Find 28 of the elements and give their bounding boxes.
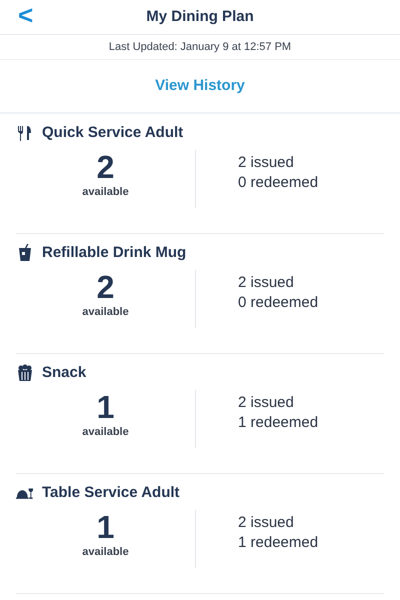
- redeemed-text: 0 redeemed: [238, 173, 318, 193]
- available-count: 1: [96, 390, 114, 424]
- redeemed-text: 1 redeemed: [238, 533, 318, 553]
- fork-knife-icon: [17, 125, 33, 141]
- issued-text: 2 issued: [238, 153, 295, 173]
- redeemed-text: 0 redeemed: [238, 293, 318, 313]
- cup-icon: [18, 244, 32, 262]
- issued-text: 2 issued: [238, 393, 295, 413]
- plan-title: Table Service Adult: [42, 482, 180, 503]
- available-count: 1: [96, 510, 114, 544]
- available-label: available: [82, 305, 129, 320]
- available-count: 2: [96, 270, 114, 304]
- cloche-glass-icon: [16, 486, 34, 500]
- page-title: My Dining Plan: [146, 6, 254, 27]
- available-label: available: [82, 425, 129, 440]
- view-history-link[interactable]: View History: [155, 74, 245, 98]
- issued-text: 2 issued: [238, 273, 295, 293]
- available-label: available: [82, 185, 129, 200]
- issued-text: 2 issued: [238, 513, 295, 533]
- available-label: available: [82, 545, 129, 560]
- plan-title: Quick Service Adult: [42, 122, 184, 143]
- redeemed-text: 1 redeemed: [238, 413, 318, 433]
- plan-title: Refillable Drink Mug: [42, 242, 186, 263]
- plan-title: Snack: [42, 362, 86, 383]
- available-count: 2: [96, 150, 114, 184]
- last-updated-text: Last Updated: January 9 at 12:57 PM: [108, 40, 292, 55]
- popcorn-icon: [16, 364, 34, 382]
- back-button[interactable]: <: [18, 2, 34, 28]
